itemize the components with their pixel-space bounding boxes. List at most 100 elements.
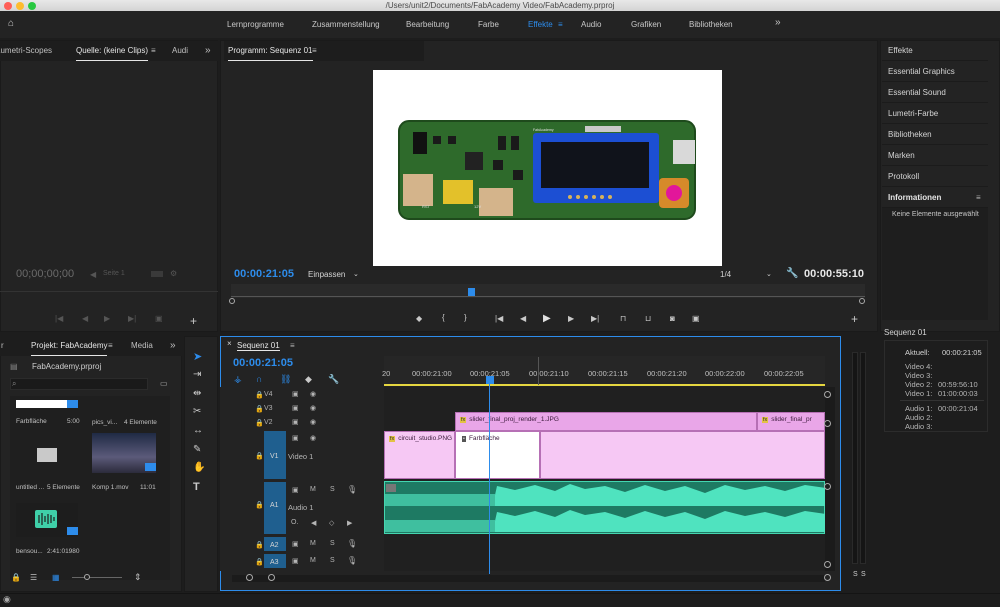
snap-icon[interactable]: ∩ — [256, 374, 262, 384]
timeline-playhead-handle[interactable] — [486, 376, 494, 384]
resolution-dropdown[interactable]: 1/4 — [720, 270, 731, 279]
list-view-icon[interactable]: ☰ — [30, 573, 37, 582]
home-icon[interactable]: ⌂ — [8, 18, 14, 29]
panel-essential-sound[interactable]: Essential Sound — [882, 83, 988, 103]
meter-solo-right[interactable]: S — [861, 571, 866, 578]
v4-sync-icon[interactable]: ▣ — [292, 390, 299, 398]
panel-informationen[interactable]: Informationen — [882, 188, 988, 208]
timeline-hscroll[interactable] — [232, 575, 825, 582]
v1-eye-icon[interactable]: ◉ — [310, 434, 316, 442]
source-menu-icon[interactable]: ≡ — [151, 41, 156, 61]
panel-more-icon[interactable]: » — [205, 41, 211, 61]
source-add-button-icon[interactable]: + — [190, 314, 197, 328]
timeline-timecode[interactable]: 00:00:21:05 — [233, 357, 293, 369]
tab-audio[interactable]: Audi — [172, 41, 188, 61]
source-step-back-icon[interactable]: |◀ — [55, 314, 63, 323]
a1-target[interactable]: A1 — [264, 482, 286, 534]
source-page-label[interactable]: Seite 1 — [103, 270, 125, 277]
project-menu-icon[interactable]: ≡ — [108, 336, 113, 356]
a3-mic-icon[interactable]: 🎙 — [347, 556, 357, 565]
close-window-button[interactable] — [4, 2, 12, 10]
project-more-icon[interactable]: » — [170, 336, 176, 356]
a2-target[interactable]: A2 — [264, 537, 286, 551]
clip-v1-farbflaeche[interactable]: ▪ Farbfläche — [455, 431, 540, 479]
a2-mic-icon[interactable]: 🎙 — [347, 539, 357, 548]
razor-tool-icon[interactable]: ✂ — [193, 406, 201, 417]
clip-v1-continuation[interactable] — [540, 431, 825, 479]
clip-a1-audio[interactable] — [384, 481, 826, 534]
lock-icon[interactable]: 🔒 — [11, 573, 21, 582]
workspace-tab-lernprogramme[interactable]: Lernprogramme — [227, 20, 284, 29]
camera-icon[interactable]: ◙ — [670, 314, 675, 323]
play-icon[interactable]: ▶ — [543, 313, 551, 324]
vscroll-handle-mid[interactable] — [824, 420, 831, 427]
v4-target[interactable]: V4 — [264, 389, 286, 401]
v2-target[interactable]: V2 — [264, 417, 286, 429]
panel-bibliotheken[interactable]: Bibliotheken — [882, 125, 988, 145]
a2-mute-button[interactable]: M — [310, 540, 316, 547]
vscroll-handle-audio[interactable] — [824, 483, 831, 490]
workspace-tab-bibliotheken[interactable]: Bibliotheken — [689, 20, 733, 29]
icon-view-icon[interactable]: ▦ — [52, 573, 60, 582]
a2-sync-icon[interactable]: ▣ — [292, 540, 299, 548]
thumb-size-slider[interactable] — [72, 577, 122, 578]
hscroll-handle-left[interactable] — [246, 574, 253, 581]
workspace-tab-audio[interactable]: Audio — [581, 20, 601, 29]
project-search-input[interactable] — [10, 378, 148, 390]
v3-sync-icon[interactable]: ▣ — [292, 404, 299, 412]
step-back-icon[interactable]: ◀ — [520, 314, 526, 323]
a1-mic-icon[interactable]: 🎙 — [347, 485, 357, 494]
a3-lock-icon[interactable]: 🔒 — [255, 558, 264, 566]
program-timecode[interactable]: 00:00:21:05 — [234, 268, 294, 280]
panel-protokoll[interactable]: Protokoll — [882, 167, 988, 187]
workspace-more-icon[interactable]: » — [775, 17, 781, 28]
compare-icon[interactable]: ▣ — [692, 314, 700, 323]
a1-sync-icon[interactable]: ▣ — [292, 486, 299, 494]
v3-eye-icon[interactable]: ◉ — [310, 404, 316, 412]
source-timecode[interactable]: 00;00;00;00 — [16, 268, 74, 280]
extract-icon[interactable]: ⊔ — [645, 314, 651, 323]
a3-target[interactable]: A3 — [264, 554, 286, 568]
vscroll-handle-bottom[interactable] — [824, 561, 831, 568]
workspace-tab-grafiken[interactable]: Grafiken — [631, 20, 661, 29]
workspace-tab-bearbeitung[interactable]: Bearbeitung — [406, 20, 449, 29]
vscroll-handle-top[interactable] — [824, 391, 831, 398]
meter-solo-left[interactable]: S — [853, 571, 858, 578]
panel-lumetri-farbe[interactable]: Lumetri-Farbe — [882, 104, 988, 124]
folder-icon[interactable] — [37, 448, 57, 462]
workspace-menu-icon[interactable]: ≡ — [558, 20, 563, 29]
go-to-in-icon[interactable]: |◀ — [495, 314, 503, 323]
timeline-marker-icon[interactable]: ◆ — [305, 374, 312, 385]
info-menu-icon[interactable]: ≡ — [976, 193, 981, 202]
program-title[interactable]: Programm: Sequenz 01 — [228, 41, 313, 61]
workspace-tab-effekte[interactable]: Effekte — [528, 20, 553, 29]
v2-sync-icon[interactable]: ▣ — [292, 418, 299, 426]
item-farbflaeche-name[interactable]: Farbfläche — [16, 418, 47, 425]
go-to-out-icon[interactable]: ▶| — [591, 314, 599, 323]
workspace-tab-farbe[interactable]: Farbe — [478, 20, 499, 29]
timeline-vscroll[interactable] — [825, 387, 835, 571]
slip-tool-icon[interactable]: ↔ — [193, 425, 203, 436]
a3-sync-icon[interactable]: ▣ — [292, 557, 299, 565]
workspace-tab-zusammenstellung[interactable]: Zusammenstellung — [312, 20, 380, 29]
program-playhead[interactable] — [468, 288, 475, 296]
a3-solo-button[interactable]: S — [330, 557, 335, 564]
v1-target[interactable]: V1 — [264, 431, 286, 479]
source-page-prev-icon[interactable]: ◀ — [90, 270, 96, 279]
fit-dropdown[interactable]: Einpassen — [308, 270, 345, 279]
program-add-button-icon[interactable]: + — [851, 312, 858, 326]
hscroll-handle-end[interactable] — [824, 574, 831, 581]
program-video-frame[interactable]: FabAcademy RST 12V — [373, 70, 722, 266]
nest-icon[interactable]: ⚶ — [234, 374, 242, 385]
clip-v1-circuit-studio[interactable]: fx circuit_studio.PNG — [384, 431, 455, 479]
timeline-close-icon[interactable]: × — [227, 339, 232, 348]
resolution-dropdown-chevron-icon[interactable]: ⌄ — [766, 270, 772, 278]
v4-lock-icon[interactable]: 🔒 — [255, 391, 264, 399]
source-export-frame-icon[interactable]: ▣ — [155, 314, 163, 323]
mark-in-icon[interactable]: { — [442, 313, 445, 322]
tab-project[interactable]: Projekt: FabAcademy — [31, 336, 108, 356]
v3-lock-icon[interactable]: 🔒 — [255, 405, 264, 413]
thumb-size-slider-knob[interactable] — [84, 574, 90, 580]
tab-media[interactable]: Media — [131, 336, 153, 356]
add-marker-icon[interactable]: ◆ — [416, 314, 422, 323]
